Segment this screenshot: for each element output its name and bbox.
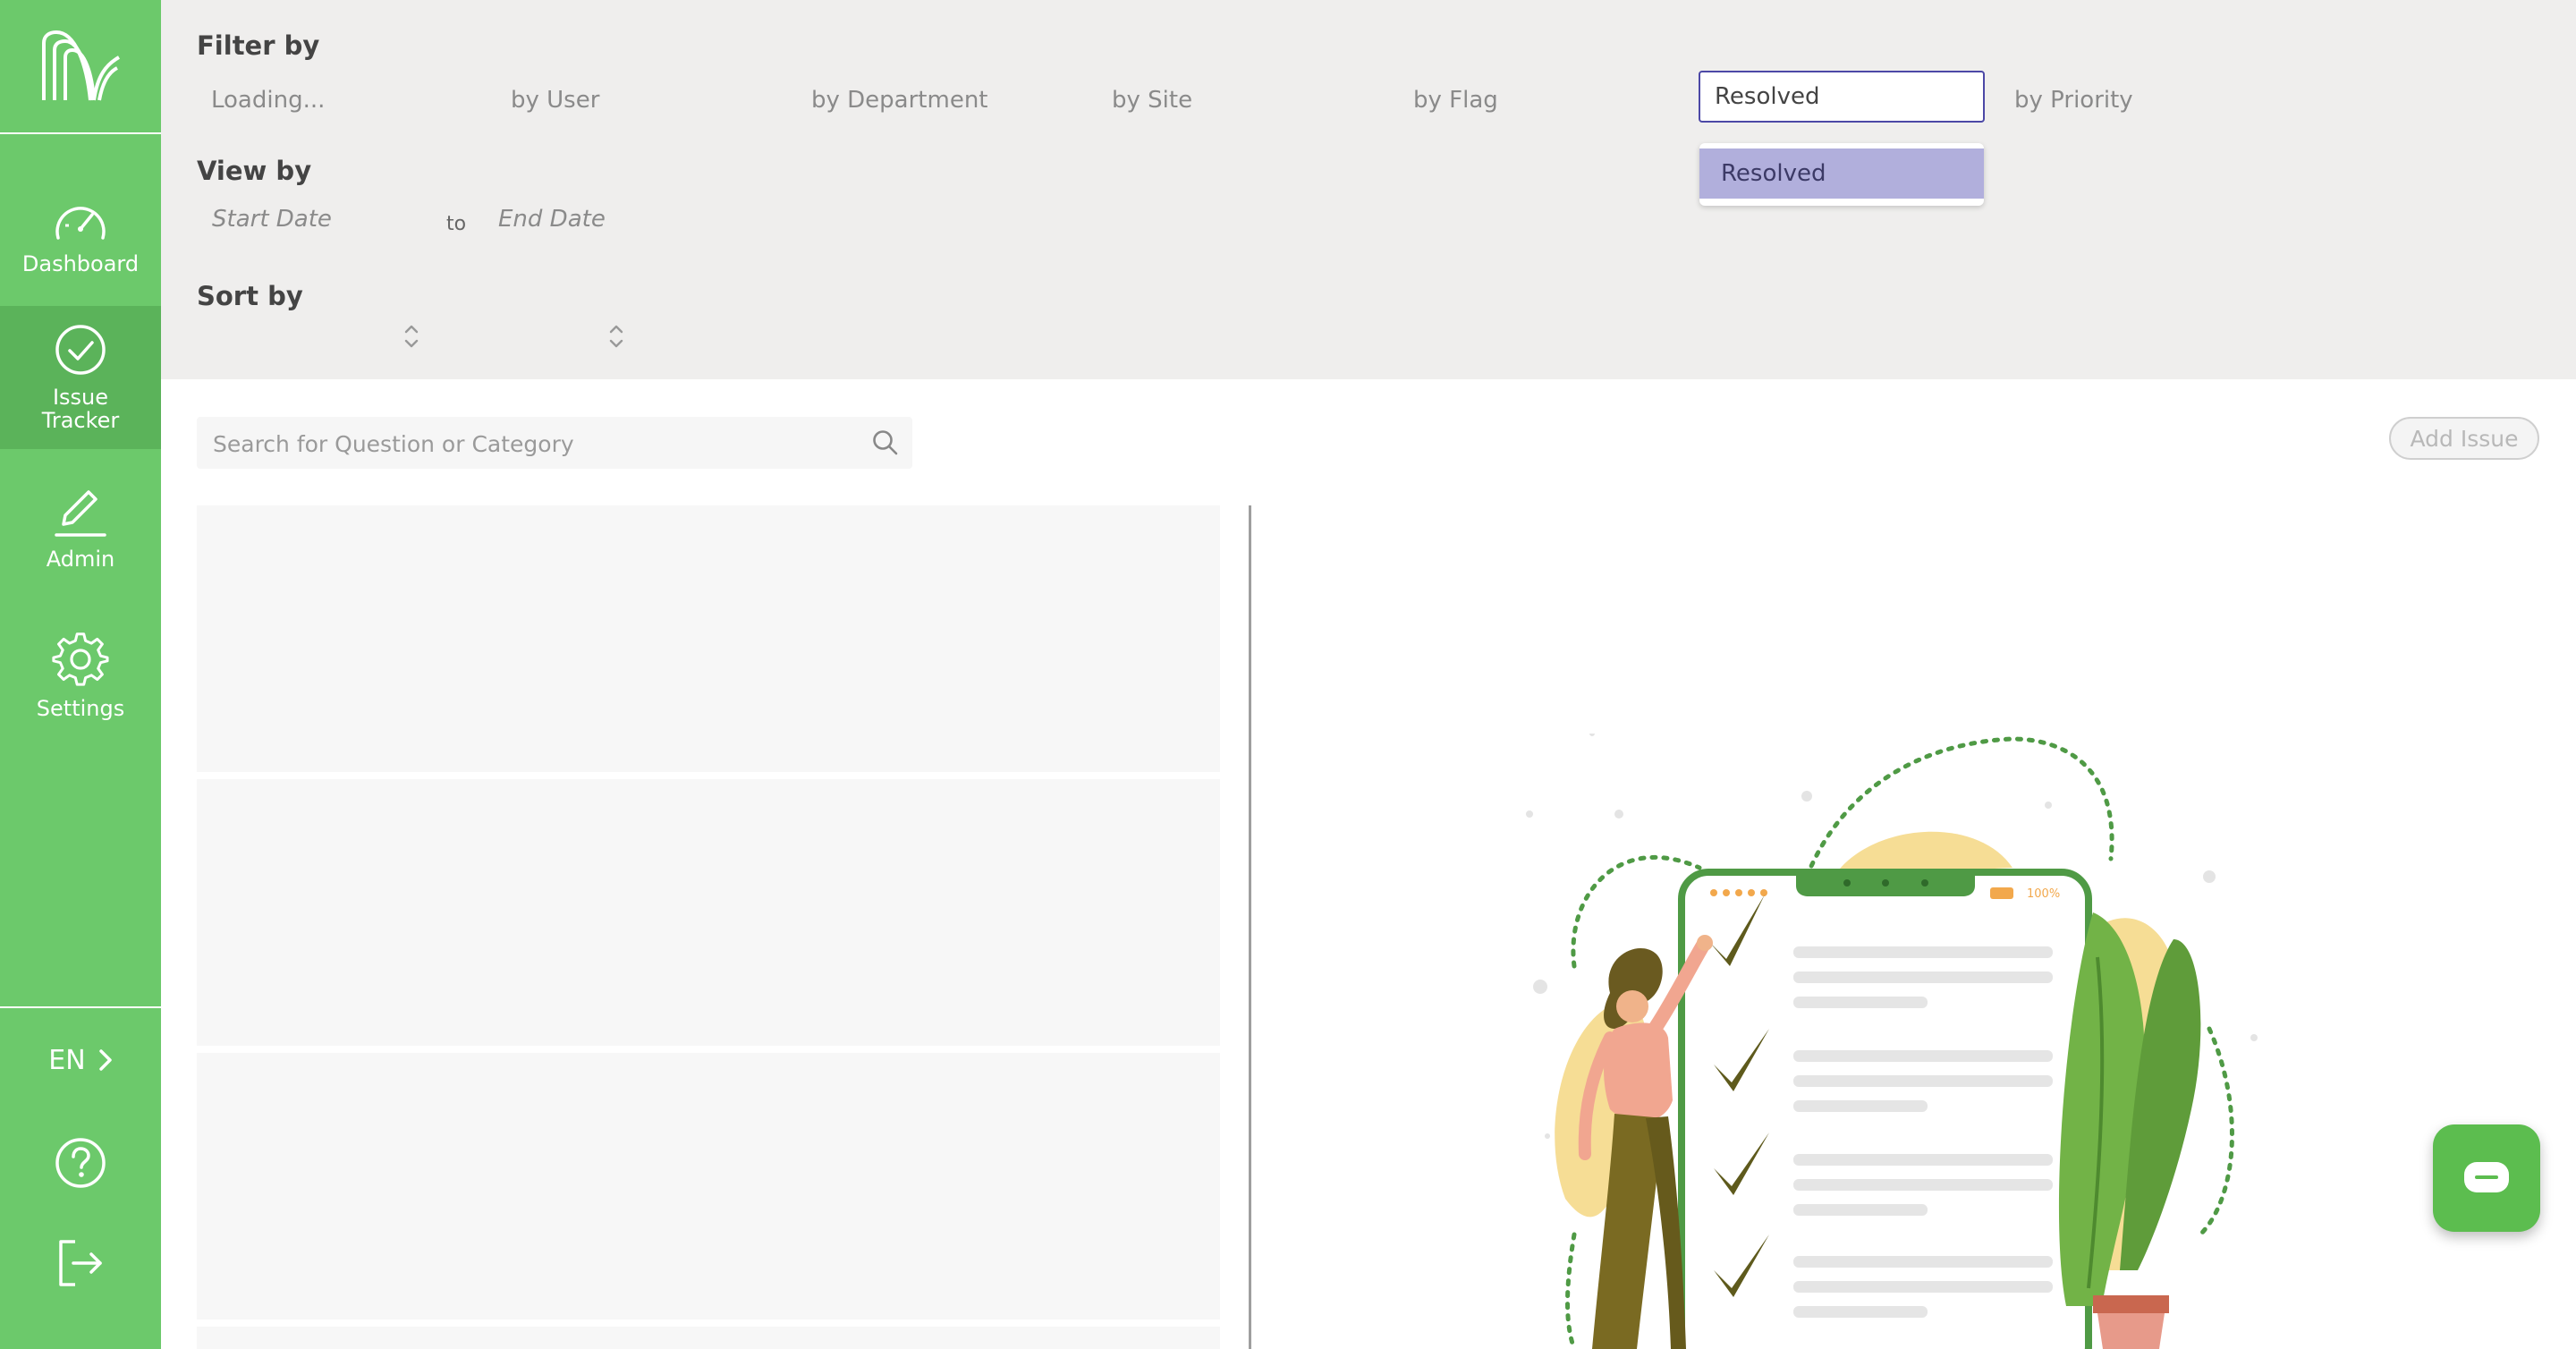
issue-list-placeholder [197, 779, 1220, 1046]
start-date-input[interactable]: Start Date [212, 206, 332, 233]
chevron-right-icon [98, 1049, 112, 1071]
user-filter[interactable]: by User [511, 81, 599, 120]
language-label: EN [48, 1044, 86, 1076]
check-circle-icon [55, 325, 106, 375]
site-filter[interactable]: by Site [1112, 81, 1192, 120]
sort-by-title: Sort by [197, 281, 303, 311]
filter-by-title: Filter by [197, 30, 320, 61]
logo-icon [42, 30, 121, 101]
chat-icon [2464, 1162, 2509, 1192]
chat-button[interactable] [2433, 1124, 2540, 1232]
sort-toggle-icon[interactable] [606, 322, 626, 351]
search-input[interactable] [197, 417, 859, 471]
sidebar-item-label: Issue Tracker [41, 385, 120, 433]
issue-list-placeholder [197, 505, 1220, 772]
checklist-illustration: 100% [1526, 734, 2258, 1349]
status-dropdown: Resolved [1699, 143, 1984, 206]
issue-list-placeholder [197, 1327, 1220, 1349]
department-filter[interactable]: by Department [811, 81, 988, 120]
filter-panel: Filter by Loading... by User by Departme… [161, 0, 2576, 379]
dropdown-option-resolved[interactable]: Resolved [1699, 148, 1984, 199]
language-selector[interactable]: EN [0, 1038, 161, 1082]
priority-filter[interactable]: by Priority [2014, 81, 2133, 120]
sidebar-item-settings[interactable]: Settings [0, 608, 161, 742]
date-separator: to [446, 213, 467, 235]
loading-filter[interactable]: Loading... [211, 81, 325, 120]
search-icon[interactable] [871, 428, 900, 457]
sidebar-item-dashboard[interactable]: Dashboard [0, 170, 161, 304]
brand-logo[interactable] [0, 0, 161, 134]
logout-icon [59, 1240, 102, 1286]
speedometer-icon [55, 207, 106, 240]
sidebar-item-issue-tracker[interactable]: Issue Tracker [0, 306, 161, 449]
panel-divider [1249, 505, 1251, 1349]
view-by-title: View by [197, 156, 312, 186]
sort-toggle-icon[interactable] [402, 322, 421, 351]
logout-button[interactable] [54, 1236, 107, 1290]
sidebar-item-admin[interactable]: Admin [0, 461, 161, 595]
status-filter-select[interactable]: Resolved [1699, 71, 1985, 123]
gear-icon [52, 632, 109, 686]
sidebar-item-label: Admin [46, 547, 115, 572]
sidebar-divider [0, 1006, 161, 1008]
sidebar: Dashboard Issue Tracker Admin Settings E… [0, 0, 161, 1349]
sidebar-item-label: Settings [36, 696, 125, 721]
battery-label: 100% [2027, 887, 2060, 901]
help-button[interactable] [54, 1136, 107, 1190]
add-issue-button[interactable]: Add Issue [2389, 417, 2539, 460]
sidebar-item-label: Dashboard [21, 251, 140, 276]
flag-filter[interactable]: by Flag [1413, 81, 1498, 120]
end-date-input[interactable]: End Date [498, 206, 606, 233]
help-icon [55, 1138, 106, 1188]
search-box [197, 417, 912, 471]
pencil-icon [55, 490, 106, 537]
issue-list-placeholder [197, 1053, 1220, 1319]
status-filter-value: Resolved [1715, 83, 1820, 110]
